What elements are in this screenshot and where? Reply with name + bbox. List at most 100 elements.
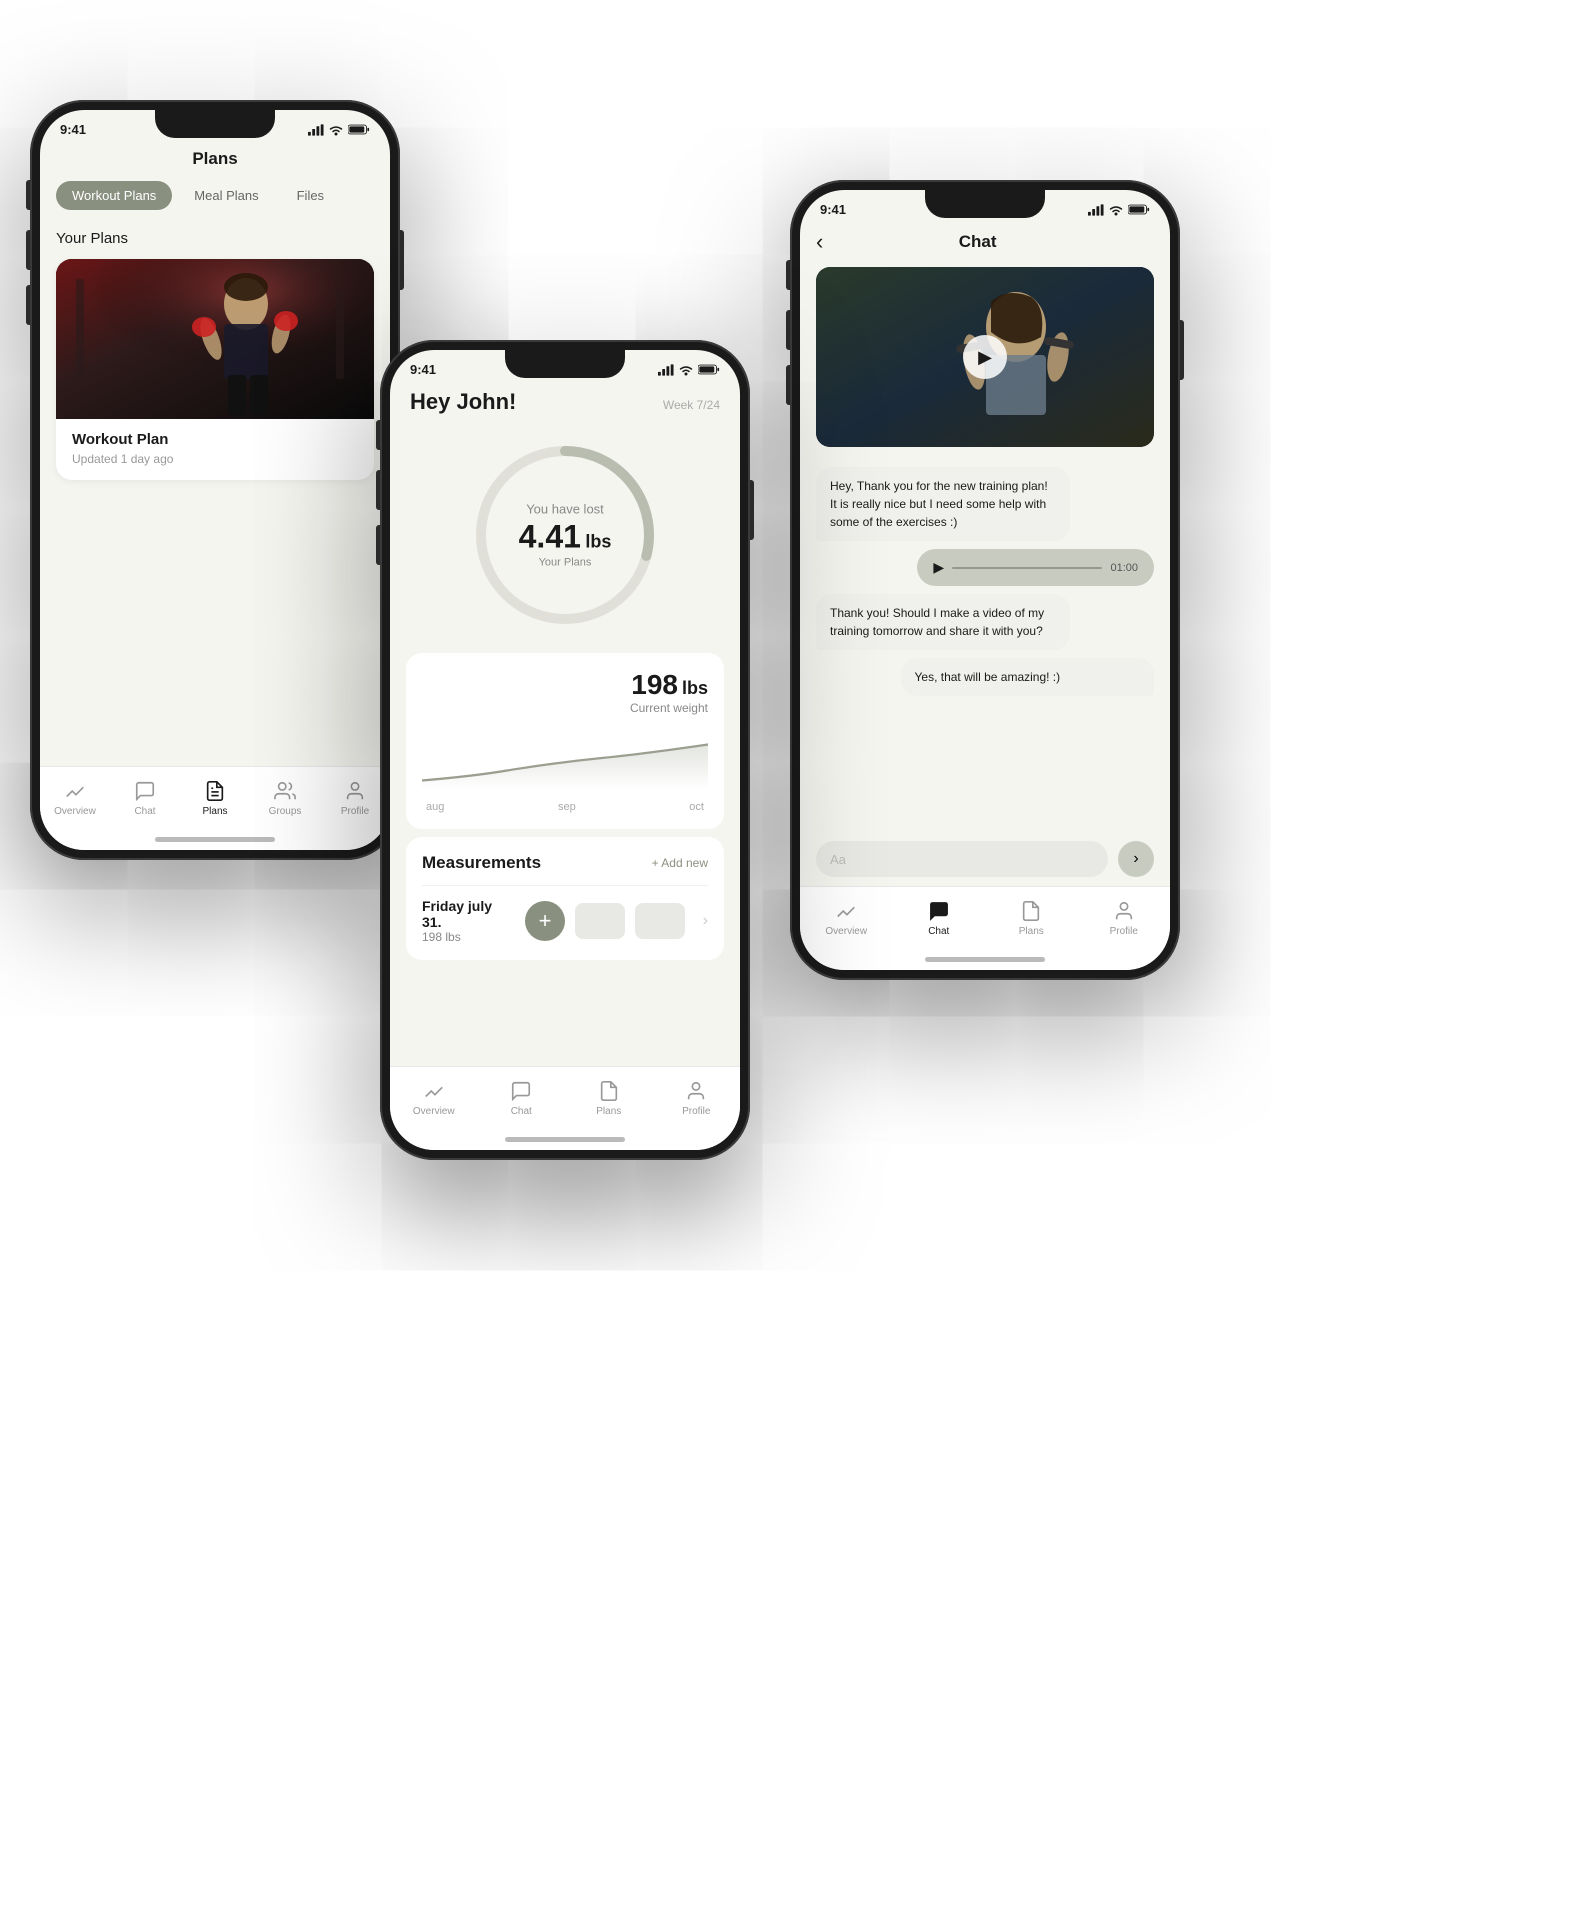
vol-down-button[interactable] — [26, 285, 30, 325]
ring-text: You have lost 4.41 lbs Your Plans — [519, 502, 612, 569]
nav-item-chat-3[interactable]: Chat — [893, 895, 986, 937]
ring-chart: You have lost 4.41 lbs Your Plans — [465, 435, 665, 635]
chat-video[interactable]: ▶ — [816, 267, 1154, 447]
nav-item-overview-2[interactable]: Overview — [390, 1075, 478, 1117]
nav-label-overview: Overview — [54, 806, 96, 817]
weight-label: Current weight — [422, 701, 708, 715]
tab-row: Workout Plans Meal Plans Files — [40, 181, 390, 222]
chat-input-placeholder: Aa — [830, 852, 846, 867]
measurements-header: Measurements + Add new — [422, 853, 708, 873]
measurement-add-button[interactable]: + — [525, 901, 565, 941]
notch — [155, 110, 275, 138]
nav-item-plans[interactable]: Plans — [180, 775, 250, 817]
tab-meal-plans[interactable]: Meal Plans — [178, 181, 274, 210]
measurement-thumbnail-1 — [575, 903, 625, 939]
overview-icon-3 — [834, 899, 858, 923]
signal-icon-2 — [658, 364, 674, 376]
audio-play-icon[interactable]: ▶ — [933, 559, 944, 576]
message-text-2: Thank you! Should I make a video of my t… — [830, 606, 1044, 638]
greeting-row: Hey John! Week 7/24 — [390, 381, 740, 415]
add-new-button[interactable]: + Add new — [652, 856, 708, 870]
chat-nav-icon — [927, 899, 951, 923]
plans-screen: 9:41 — [40, 110, 390, 850]
measurements-section: Measurements + Add new Friday july 31. 1… — [406, 837, 724, 960]
measurement-chevron-icon[interactable]: › — [703, 912, 708, 930]
power-button-3[interactable] — [1180, 320, 1184, 380]
wifi-icon — [328, 124, 344, 136]
phone-chat: 9:41 — [790, 180, 1180, 980]
chat-messages: Hey, Thank you for the new training plan… — [800, 459, 1170, 712]
ring-value-row: 4.41 lbs — [519, 521, 612, 553]
nav-item-profile-3[interactable]: Profile — [1078, 895, 1171, 937]
nav-item-chat-2[interactable]: Chat — [478, 1075, 566, 1117]
nav-label-plans-2: Plans — [596, 1106, 621, 1117]
nav-label-plans: Plans — [202, 806, 227, 817]
wifi-icon-3 — [1108, 204, 1124, 216]
ring-value: 4.41 — [519, 519, 581, 555]
home-indicator-3 — [925, 957, 1045, 962]
weight-value-row: 198 lbs — [422, 669, 708, 701]
nav-item-groups[interactable]: Groups — [250, 775, 320, 817]
chat-screen: 9:41 — [800, 190, 1170, 970]
nav-label-plans-3: Plans — [1019, 926, 1044, 937]
nav-label-chat: Chat — [134, 806, 155, 817]
chat-send-button[interactable]: › — [1118, 841, 1154, 877]
chat-header: ‹ Chat — [800, 221, 1170, 267]
chat-input-field[interactable]: Aa — [816, 841, 1108, 877]
nav-item-overview[interactable]: Overview — [40, 775, 110, 817]
plan-card[interactable]: Workout Plan Updated 1 day ago — [56, 259, 374, 480]
nav-label-profile-2: Profile — [682, 1106, 710, 1117]
nav-item-plans-3[interactable]: Plans — [985, 895, 1078, 937]
ring-unit: lbs — [585, 532, 611, 552]
status-time: 9:41 — [60, 122, 86, 137]
weight-section: 198 lbs Current weight — [406, 653, 724, 829]
gym-image — [56, 259, 374, 419]
back-button[interactable]: ‹ — [816, 229, 823, 255]
nav-label-profile-3: Profile — [1110, 926, 1138, 937]
overview-icon-2 — [422, 1079, 446, 1103]
nav-item-chat[interactable]: Chat — [110, 775, 180, 817]
profile-icon — [343, 779, 367, 803]
ring-sub: Your Plans — [519, 557, 612, 569]
week-text: Week 7/24 — [663, 398, 720, 412]
nav-label-chat-2: Chat — [511, 1106, 532, 1117]
vol-down-button-2[interactable] — [376, 525, 380, 565]
divider — [422, 885, 708, 886]
power-button-2[interactable] — [750, 480, 754, 540]
message-received-1: Hey, Thank you for the new training plan… — [816, 467, 1070, 541]
gym-illustration — [56, 259, 374, 419]
overview-icon — [63, 779, 87, 803]
measurement-weight: 198 lbs — [422, 930, 515, 944]
nav-item-profile-2[interactable]: Profile — [653, 1075, 741, 1117]
weight-unit: lbs — [682, 678, 708, 699]
chart-label-aug: aug — [426, 801, 444, 813]
message-text-3: Yes, that will be amazing! :) — [915, 670, 1061, 684]
audio-waveform — [952, 567, 1102, 569]
vol-up-button-3[interactable] — [786, 310, 790, 350]
battery-icon-2 — [698, 364, 720, 375]
measurement-row: Friday july 31. 198 lbs + › — [422, 898, 708, 944]
message-text-1: Hey, Thank you for the new training plan… — [830, 479, 1048, 529]
vol-up-button[interactable] — [26, 230, 30, 270]
chat-title: Chat — [831, 232, 1124, 252]
nav-label-groups: Groups — [269, 806, 302, 817]
tab-workout-plans[interactable]: Workout Plans — [56, 181, 172, 210]
plan-card-subtitle: Updated 1 day ago — [72, 452, 358, 466]
audio-message[interactable]: ▶ 01:00 — [917, 549, 1154, 586]
status-icons-2 — [658, 364, 720, 376]
video-play-button[interactable]: ▶ — [963, 335, 1007, 379]
status-icons-3 — [1088, 204, 1150, 216]
groups-icon — [273, 779, 297, 803]
power-button[interactable] — [400, 230, 404, 290]
audio-duration: 01:00 — [1110, 562, 1138, 574]
phone-plans: 9:41 — [30, 100, 400, 860]
nav-item-overview-3[interactable]: Overview — [800, 895, 893, 937]
plans-icon — [203, 779, 227, 803]
message-sent-1: Yes, that will be amazing! :) — [901, 658, 1155, 696]
chart-area — [422, 723, 708, 793]
greeting-text: Hey John! — [410, 389, 516, 415]
vol-down-button-3[interactable] — [786, 365, 790, 405]
nav-item-plans-2[interactable]: Plans — [565, 1075, 653, 1117]
tab-files[interactable]: Files — [281, 181, 340, 210]
vol-up-button-2[interactable] — [376, 470, 380, 510]
